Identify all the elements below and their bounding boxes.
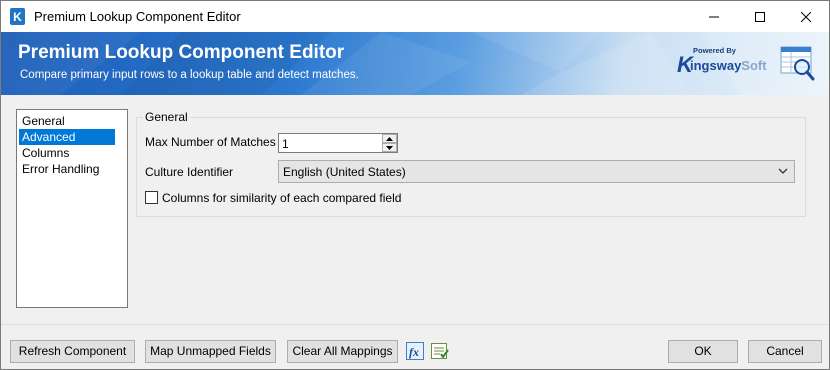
ok-button[interactable]: OK [668, 340, 738, 363]
settings-nav-list: General Advanced Settings Columns Error … [16, 109, 128, 308]
maximize-icon [755, 11, 765, 22]
map-unmapped-fields-button[interactable]: Map Unmapped Fields [145, 340, 276, 363]
editor-window: K Premium Lookup Component Editor Premiu… [0, 0, 830, 370]
spin-down-button[interactable] [382, 143, 397, 152]
clear-all-mappings-button[interactable]: Clear All Mappings [287, 340, 398, 363]
checklist-icon[interactable] [431, 342, 449, 360]
minimize-icon [709, 16, 719, 17]
spin-up-button[interactable] [382, 134, 397, 143]
culture-identifier-value: English (United States) [283, 165, 406, 179]
brand-powered-by: Powered By [693, 46, 736, 55]
nav-item-error-handling[interactable]: Error Handling [17, 161, 127, 177]
culture-identifier-label: Culture Identifier [145, 165, 234, 179]
close-icon [801, 11, 811, 22]
stepper-buttons [382, 134, 397, 152]
spin-down-icon [386, 145, 393, 150]
kingswaysoft-logo: Powered By K ingswaySoft [677, 46, 769, 80]
max-matches-stepper[interactable]: 1 [278, 133, 398, 153]
lookup-table-search-icon [780, 46, 815, 81]
minimize-button[interactable] [691, 1, 737, 32]
nav-item-advanced-settings[interactable]: Advanced Settings [19, 129, 115, 160]
culture-identifier-select[interactable]: English (United States) [278, 160, 795, 183]
brand-name: ingswaySoft [690, 58, 767, 73]
chevron-down-icon [778, 168, 788, 174]
app-k-icon: K [10, 8, 25, 25]
window-title: Premium Lookup Component Editor [34, 9, 241, 24]
spin-up-icon [386, 136, 393, 141]
nav-item-general[interactable]: General [17, 113, 127, 129]
footer-divider [1, 324, 829, 325]
refresh-component-button[interactable]: Refresh Component [10, 340, 135, 363]
maximize-button[interactable] [737, 1, 783, 32]
banner-title: Premium Lookup Component Editor [18, 42, 345, 63]
banner-subtitle: Compare primary input rows to a lookup t… [20, 69, 359, 81]
svg-text:fx: fx [409, 345, 419, 359]
similarity-columns-checkbox[interactable] [145, 191, 158, 204]
title-bar: K Premium Lookup Component Editor [1, 1, 829, 32]
general-group-legend: General [143, 110, 190, 124]
brand-name-accent: Soft [741, 58, 767, 73]
max-matches-value: 1 [282, 137, 289, 151]
nav-item-columns[interactable]: Columns [17, 145, 127, 161]
cancel-button[interactable]: Cancel [748, 340, 822, 363]
max-matches-label: Max Number of Matches [145, 135, 276, 149]
brand-name-main: ingsway [690, 58, 742, 73]
expression-fx-icon[interactable]: fx [406, 342, 424, 360]
close-button[interactable] [783, 1, 829, 32]
similarity-columns-label: Columns for similarity of each compared … [162, 191, 402, 205]
header-banner: Premium Lookup Component Editor Compare … [1, 32, 829, 95]
